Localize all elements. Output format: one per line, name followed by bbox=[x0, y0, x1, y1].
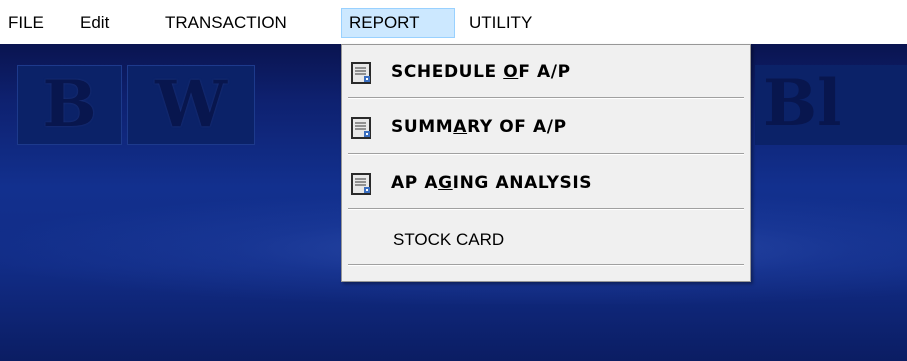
menu-separator bbox=[348, 264, 744, 266]
menu-item-label: STOCK CARD bbox=[393, 230, 505, 249]
logo-letter-w: W bbox=[155, 67, 227, 142]
report-dropdown-menu: SCHEDULE OF A/P SUMMARY OF A/P AP AGING … bbox=[341, 44, 751, 282]
logo-tile-w: W bbox=[127, 65, 255, 145]
report-document-icon bbox=[351, 117, 371, 139]
logo-letter-b: B bbox=[42, 67, 97, 142]
menu-item-label: AP AGING ANALYSIS bbox=[391, 173, 593, 193]
menu-separator bbox=[348, 97, 744, 99]
menu-item-stock-card[interactable]: STOCK CARD bbox=[345, 217, 747, 262]
menu-file[interactable]: FILE bbox=[1, 8, 51, 38]
menu-edit[interactable]: Edit bbox=[73, 8, 116, 38]
menu-transaction[interactable]: TRANSACTION bbox=[158, 8, 294, 38]
menu-utility[interactable]: UTILITY bbox=[462, 8, 539, 38]
menu-item-schedule-of-ap[interactable]: SCHEDULE OF A/P bbox=[345, 50, 747, 95]
menu-item-label: SCHEDULE OF A/P bbox=[391, 62, 571, 82]
menu-separator bbox=[348, 208, 744, 210]
menu-bar: FILE Edit TRANSACTION REPORT UTILITY bbox=[0, 0, 907, 44]
menu-report[interactable]: REPORT bbox=[341, 8, 455, 38]
logo-tile-b: B bbox=[17, 65, 122, 145]
report-document-icon bbox=[351, 62, 371, 84]
menu-item-summary-of-ap[interactable]: SUMMARY OF A/P bbox=[345, 105, 747, 150]
report-document-icon bbox=[351, 173, 371, 195]
menu-separator bbox=[348, 153, 744, 155]
menu-item-label: SUMMARY OF A/P bbox=[391, 117, 567, 137]
logo-tile-bl: Bl bbox=[755, 65, 907, 145]
menu-item-ap-aging-analysis[interactable]: AP AGING ANALYSIS bbox=[345, 161, 747, 206]
logo-letters-bl: Bl bbox=[763, 66, 842, 141]
